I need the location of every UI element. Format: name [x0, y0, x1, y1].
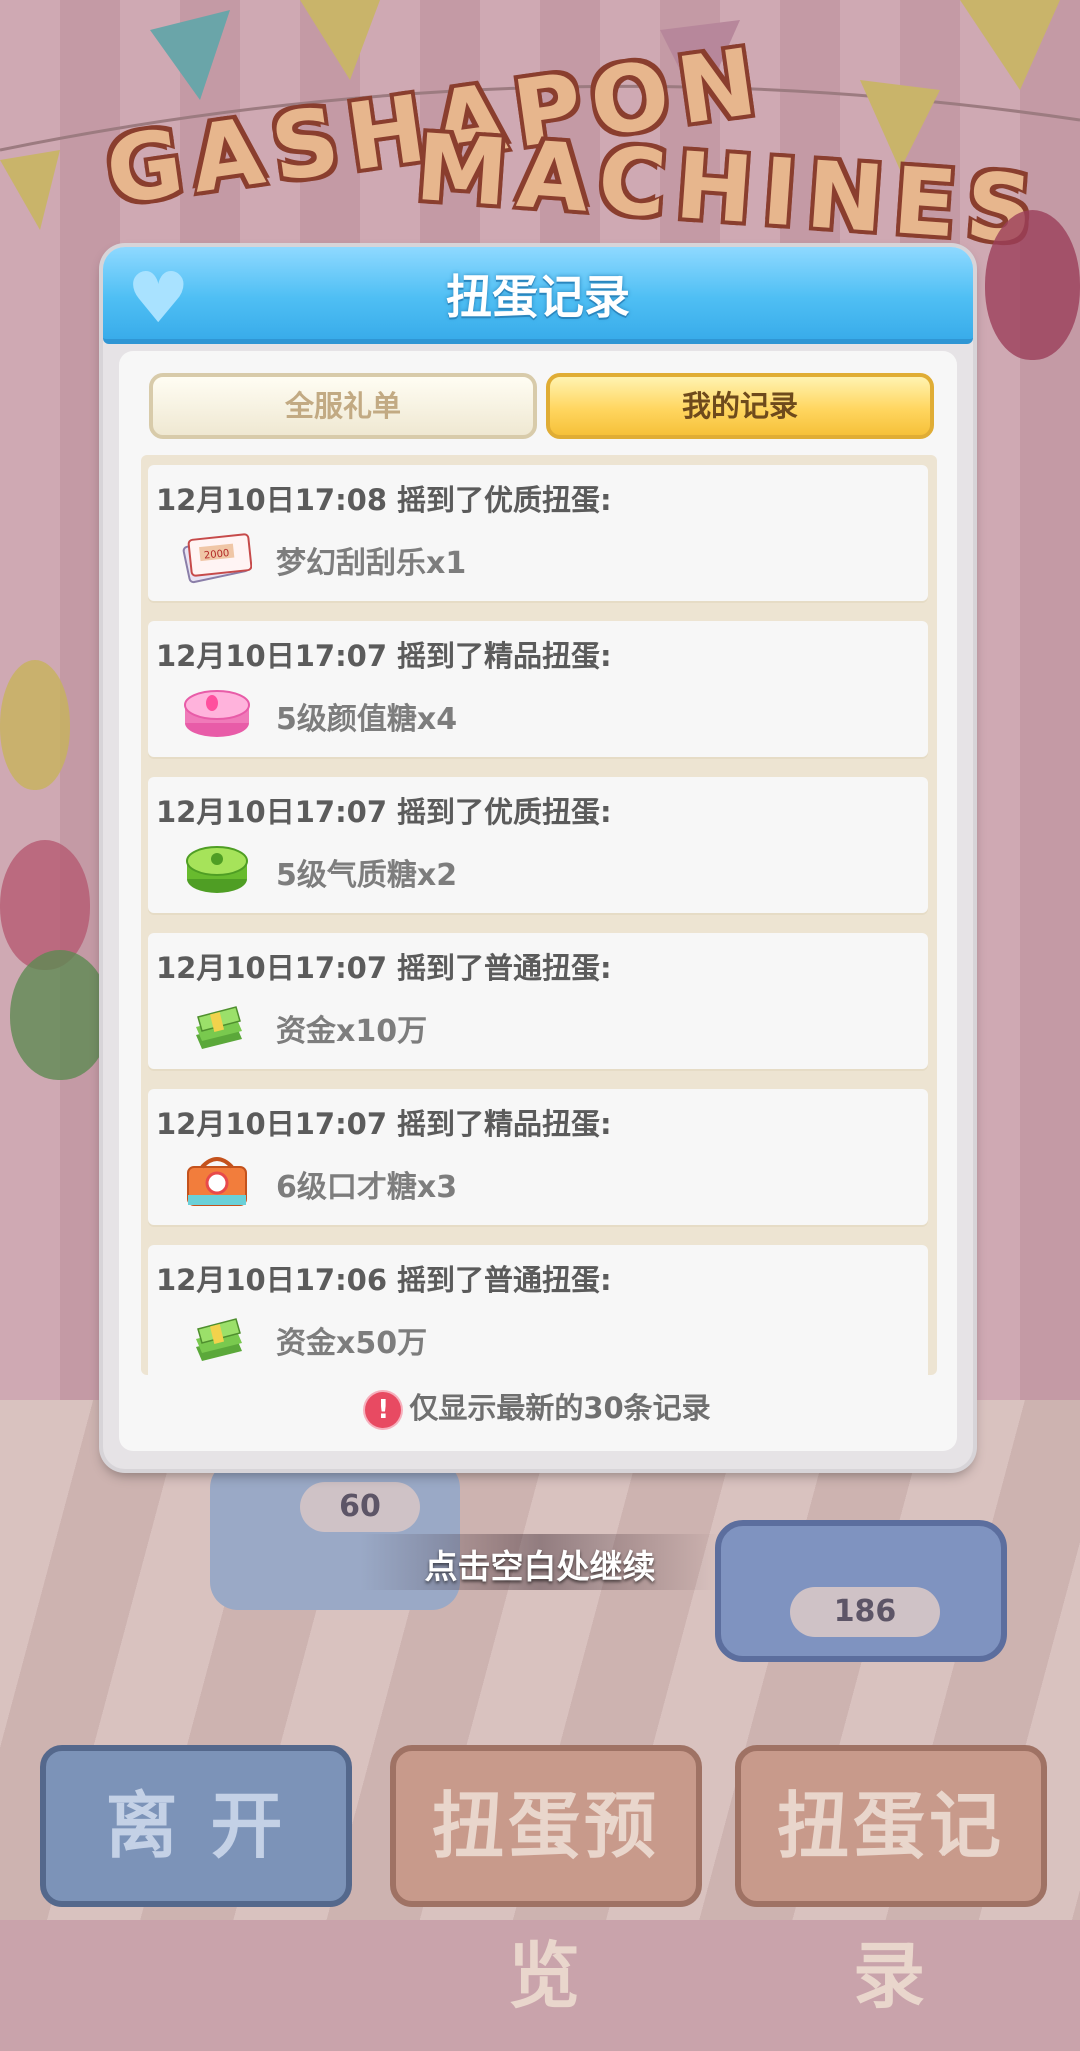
dialog-title: 扭蛋记录: [446, 270, 630, 324]
balloon-green: [10, 950, 110, 1080]
money-stack-icon: [196, 1318, 242, 1361]
record-action: 摇到了优质扭蛋:: [397, 795, 612, 829]
balloon-yellow: [0, 660, 70, 790]
record-time: 12月10日17:06: [156, 1263, 388, 1297]
record-reward: 资金x50万: [276, 1326, 428, 1361]
record-limit-note: ! 仅显示最新的30条记录: [119, 1385, 957, 1428]
record-item: 12月10日17:06 摇到了普通扭蛋: 资金x50万: [148, 1245, 928, 1375]
record-reward: 5级气质糖x2: [276, 858, 458, 893]
money-stack-icon: [196, 1006, 242, 1049]
scratch-ticket-icon: 2000: [182, 533, 252, 584]
gacha-record-dialog: ♥ 扭蛋记录 全服礼单 我的记录 12月10日17:08 摇到了优质扭蛋: 200…: [103, 247, 973, 1469]
record-action: 摇到了精品扭蛋:: [397, 1107, 612, 1141]
record-time: 12月10日17:07: [156, 951, 388, 985]
gacha-record-button[interactable]: 扭蛋记录: [735, 1745, 1047, 2018]
record-item: 12月10日17:07 摇到了精品扭蛋: 5级颜值糖x4: [148, 621, 928, 757]
record-reward: 6级口才糖x3: [276, 1170, 458, 1205]
warning-icon: !: [365, 1392, 402, 1428]
dialog-header: ♥ 扭蛋记录: [103, 247, 973, 344]
dialog-body: 全服礼单 我的记录 12月10日17:08 摇到了优质扭蛋: 2000 梦幻刮刮乐…: [119, 351, 957, 1451]
leave-button[interactable]: 离 开: [40, 1745, 352, 1907]
record-item: 12月10日17:07 摇到了普通扭蛋: 资金x10万: [148, 933, 928, 1069]
counter-left: 60: [300, 1482, 420, 1532]
tab-server-gift-list[interactable]: 全服礼单: [149, 373, 537, 439]
record-list[interactable]: 12月10日17:08 摇到了优质扭蛋: 2000 梦幻刮刮乐x1 12月10日1…: [141, 455, 937, 1375]
record-time: 12月10日17:07: [156, 1107, 388, 1141]
record-time: 12月10日17:08: [156, 483, 388, 517]
record-reward: 资金x10万: [276, 1014, 428, 1049]
note-text: 仅显示最新的30条记录: [409, 1391, 711, 1425]
record-item: 12月10日17:07 摇到了优质扭蛋: 5级气质糖x2: [148, 777, 928, 913]
record-reward: 5级颜值糖x4: [276, 702, 458, 737]
balloon-pink: [0, 840, 90, 970]
pink-candy-tin-icon: [184, 690, 250, 737]
tap-to-continue-hint[interactable]: 点击空白处继续: [0, 1540, 1080, 1588]
counter-right: 186: [790, 1587, 940, 1637]
green-candy-tin-icon: [186, 846, 248, 893]
record-action: 摇到了普通扭蛋:: [397, 951, 612, 985]
record-time: 12月10日17:07: [156, 795, 388, 829]
gacha-preview-button[interactable]: 扭蛋预览: [390, 1745, 702, 2018]
balloon-red: [985, 210, 1080, 360]
record-reward: 梦幻刮刮乐x1: [276, 546, 467, 581]
record-action: 摇到了普通扭蛋:: [397, 1263, 612, 1297]
orange-gift-box-icon: [187, 1157, 247, 1206]
record-action: 摇到了精品扭蛋:: [397, 639, 612, 673]
tab-my-records[interactable]: 我的记录: [546, 373, 934, 439]
record-action: 摇到了优质扭蛋:: [397, 483, 612, 517]
record-time: 12月10日17:07: [156, 639, 388, 673]
record-item: 12月10日17:07 摇到了精品扭蛋: 6级口才糖x3: [148, 1089, 928, 1225]
record-item: 12月10日17:08 摇到了优质扭蛋: 2000 梦幻刮刮乐x1: [148, 465, 928, 601]
